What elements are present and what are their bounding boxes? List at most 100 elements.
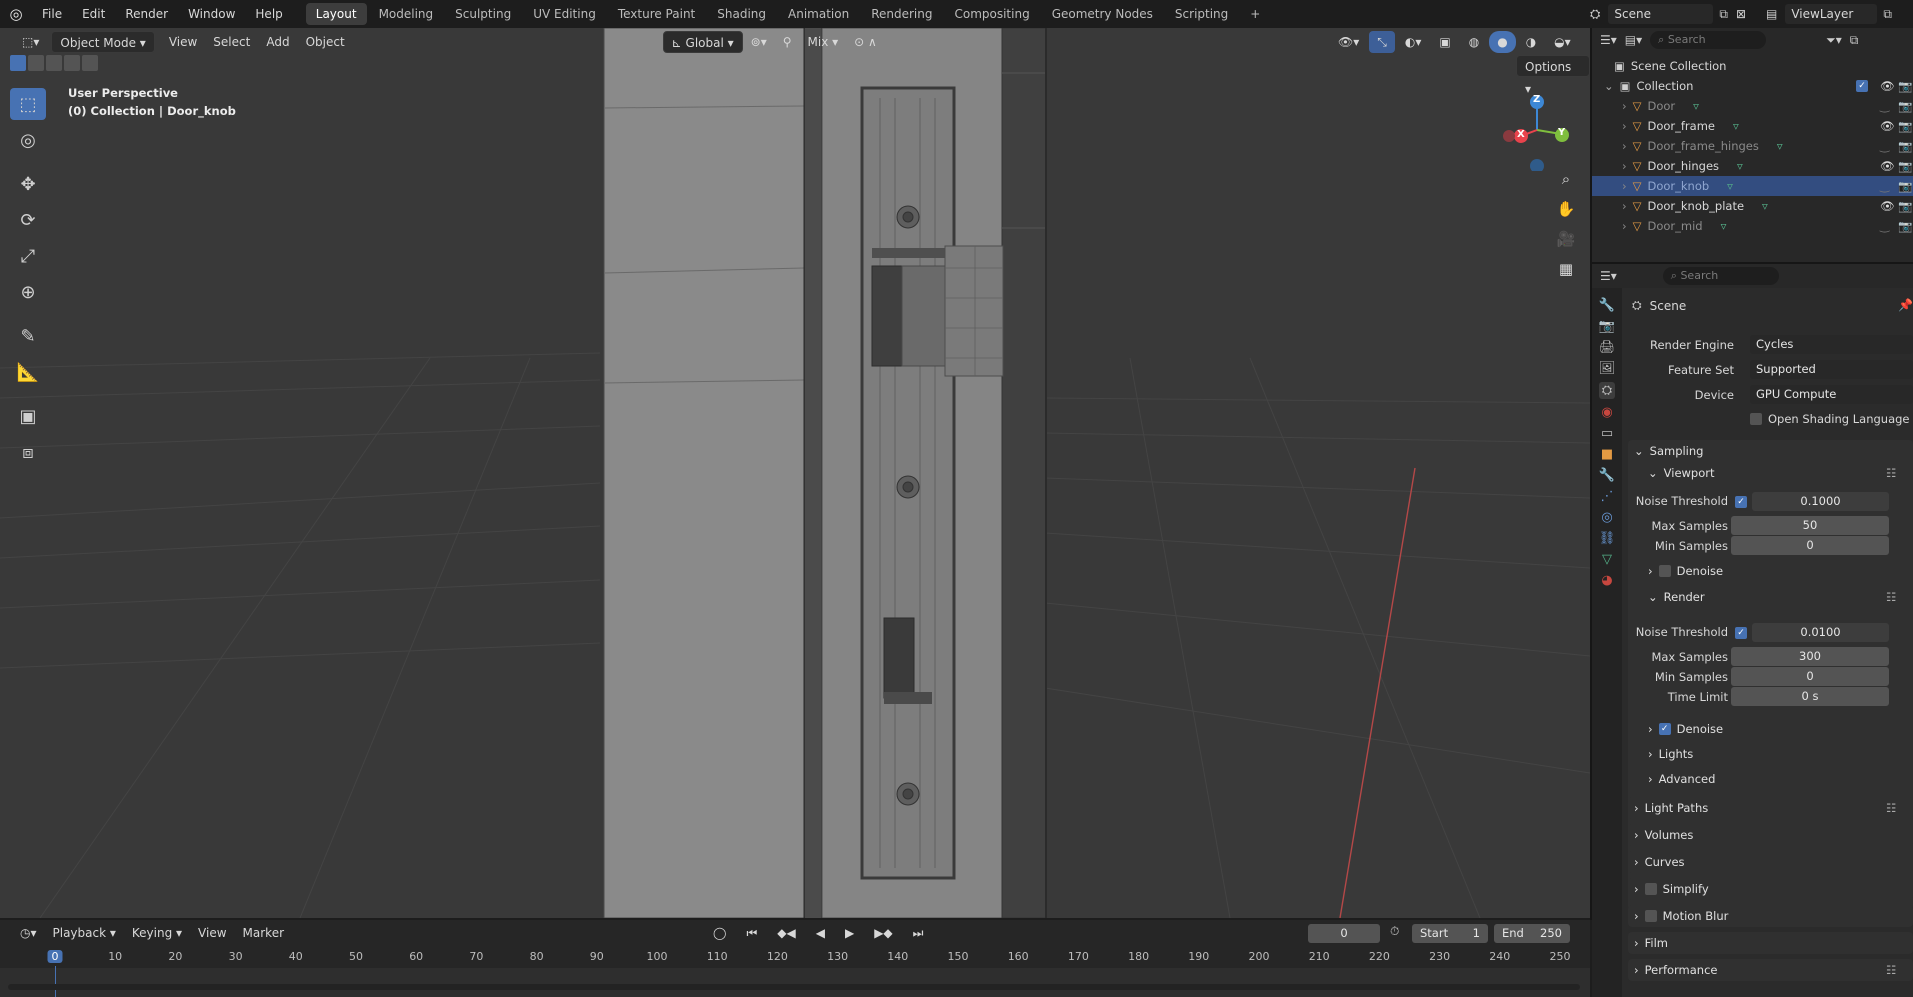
- filter-icon[interactable]: ⏷▾: [1826, 33, 1842, 48]
- collection-exclude-checkbox[interactable]: ✓: [1856, 80, 1868, 92]
- properties-search-input[interactable]: ⌕ Search: [1662, 267, 1779, 285]
- constraints-tab-icon[interactable]: ⛓: [1599, 531, 1616, 546]
- physics-tab-icon[interactable]: ◎: [1601, 510, 1612, 525]
- material-shading-icon[interactable]: ◑: [1518, 31, 1544, 53]
- editor-type-icon[interactable]: ⬚▾: [14, 31, 47, 53]
- particles-tab-icon[interactable]: ⋰: [1601, 489, 1614, 504]
- xray-toggle-icon[interactable]: ▣: [1431, 31, 1458, 53]
- simplify-checkbox[interactable]: [1644, 883, 1657, 895]
- visibility-eye-icon[interactable]: 👁: [1880, 119, 1895, 133]
- render-tab-icon[interactable]: 📷: [1599, 319, 1615, 334]
- select-new-icon[interactable]: [10, 55, 26, 71]
- move-tool-icon[interactable]: ✥: [10, 168, 46, 200]
- chevron-right-icon[interactable]: ›: [1622, 159, 1627, 173]
- tab-scripting[interactable]: Scripting: [1165, 3, 1238, 25]
- viewport-denoise-header[interactable]: › Denoise: [1648, 560, 1723, 582]
- menu-file[interactable]: File: [32, 0, 72, 28]
- outliner-object-row[interactable]: › ▽ Door_knob ▿ ‿ 📷: [1592, 176, 1913, 196]
- render-camera-icon[interactable]: 📷: [1898, 159, 1912, 173]
- render-camera-icon[interactable]: 📷: [1898, 219, 1912, 233]
- data-tab-icon[interactable]: ▽: [1602, 552, 1612, 567]
- chevron-right-icon[interactable]: ›: [1622, 219, 1627, 233]
- film-panel-header[interactable]: › Film: [1628, 932, 1913, 954]
- menu-object[interactable]: Object: [298, 31, 353, 53]
- viewport-noise-threshold-checkbox[interactable]: ✓: [1735, 496, 1747, 508]
- wireframe-shading-icon[interactable]: ◍: [1461, 31, 1487, 53]
- properties-editor-type-icon[interactable]: ☰▾: [1600, 269, 1617, 283]
- add-cube-tool-icon[interactable]: ▣: [10, 400, 46, 432]
- perspective-toggle-icon[interactable]: ▦: [1553, 260, 1579, 282]
- overlay-toggle-icon[interactable]: ◐▾: [1397, 31, 1430, 53]
- tab-layout[interactable]: Layout: [305, 3, 367, 25]
- tab-sculpting[interactable]: Sculpting: [445, 3, 521, 25]
- chevron-right-icon[interactable]: ›: [1622, 179, 1627, 193]
- outliner-object-row[interactable]: › ▽ Door_hinges ▿ 👁 📷: [1592, 156, 1913, 176]
- 3d-viewport[interactable]: User Perspective (0) Collection | Door_k…: [0, 28, 1590, 918]
- advanced-subpanel-header[interactable]: › Advanced: [1648, 768, 1715, 790]
- viewport-max-samples-field[interactable]: 50: [1731, 516, 1889, 535]
- add-workspace-button[interactable]: +: [1240, 3, 1270, 25]
- hidden-eye-icon[interactable]: ‿: [1880, 219, 1889, 233]
- current-frame-field[interactable]: 0: [1308, 924, 1380, 943]
- select-intersect-icon[interactable]: [82, 55, 98, 71]
- new-scene-icon[interactable]: ⧉: [1719, 7, 1728, 22]
- render-camera-icon[interactable]: 📷: [1898, 179, 1912, 193]
- select-subtract-icon[interactable]: [46, 55, 62, 71]
- menu-edit[interactable]: Edit: [72, 0, 115, 28]
- keying-menu[interactable]: Keying ▾: [124, 922, 190, 944]
- render-camera-icon[interactable]: 📷: [1898, 119, 1912, 133]
- output-tab-icon[interactable]: 🖨: [1599, 340, 1616, 355]
- collection-visibility-eye-icon[interactable]: 👁: [1880, 79, 1895, 93]
- presets-list-icon[interactable]: ☷: [1886, 466, 1896, 480]
- play-icon[interactable]: ▶: [837, 922, 862, 944]
- transform-tool-icon[interactable]: ⊕: [10, 276, 46, 308]
- mesh-data-icon[interactable]: ▿: [1733, 119, 1739, 133]
- select-box-tool-icon[interactable]: ⬚: [10, 88, 46, 120]
- mesh-data-icon[interactable]: ▿: [1777, 139, 1783, 153]
- collection-tab-icon[interactable]: ▭: [1601, 426, 1613, 441]
- outliner-object-row[interactable]: › ▽ Door_mid ▿ ‿ 📷: [1592, 216, 1913, 236]
- navigation-gizmo[interactable]: Z Y X: [1495, 86, 1580, 173]
- tab-geometry-nodes[interactable]: Geometry Nodes: [1042, 3, 1163, 25]
- display-mode-icon[interactable]: ▤▾: [1625, 33, 1642, 47]
- chevron-right-icon[interactable]: ›: [1622, 139, 1627, 153]
- motion-blur-checkbox[interactable]: [1644, 910, 1657, 922]
- osl-option[interactable]: Open Shading Language: [1750, 412, 1910, 426]
- start-frame-field[interactable]: Start 1: [1412, 924, 1488, 943]
- timeline-view-menu[interactable]: View: [190, 922, 234, 944]
- new-view-layer-icon[interactable]: ⧉: [1883, 7, 1892, 22]
- frame-ruler[interactable]: 0 10 20 30 40 50 60 70 80 90 100 110 120 130 140 150 160…: [0, 946, 1590, 968]
- mesh-data-icon[interactable]: ▿: [1727, 179, 1733, 193]
- use-preview-range-icon[interactable]: ⏱: [1390, 924, 1399, 939]
- performance-panel-header[interactable]: › Performance ☷: [1628, 959, 1913, 981]
- tab-shading[interactable]: Shading: [707, 3, 776, 25]
- marker-menu[interactable]: Marker: [235, 922, 292, 944]
- hidden-eye-icon[interactable]: ‿: [1880, 99, 1889, 113]
- new-collection-icon[interactable]: ⧉: [1850, 33, 1859, 48]
- render-noise-threshold-checkbox[interactable]: ✓: [1735, 627, 1747, 639]
- visibility-eye-icon[interactable]: 👁: [1880, 199, 1895, 213]
- end-frame-field[interactable]: End 250: [1494, 924, 1570, 943]
- gizmo-toggle-icon[interactable]: ⤡: [1369, 31, 1395, 53]
- timeline-ruler[interactable]: 0 10 20 30 40 50 60 70 80 90 100 110 120 130 140 150 160…: [0, 946, 1590, 997]
- timeline-editor-type-icon[interactable]: ◷▾: [12, 922, 45, 944]
- render-denoise-checkbox[interactable]: ✓: [1658, 723, 1671, 735]
- auto-keying-icon[interactable]: ◯: [705, 922, 734, 944]
- scene-name-field[interactable]: Scene: [1608, 4, 1714, 24]
- playback-menu[interactable]: Playback ▾: [45, 922, 124, 944]
- osl-checkbox[interactable]: [1750, 413, 1762, 425]
- tab-texture-paint[interactable]: Texture Paint: [608, 3, 705, 25]
- viewport-subpanel-header[interactable]: ⌄ Viewport ☷: [1628, 462, 1913, 484]
- menu-help[interactable]: Help: [245, 0, 292, 28]
- timeline-scrollbar[interactable]: [8, 984, 1580, 990]
- volumes-panel-header[interactable]: › Volumes: [1628, 824, 1913, 846]
- outliner-search-input[interactable]: ⌕ Search: [1650, 31, 1767, 49]
- render-camera-icon[interactable]: 📷: [1898, 99, 1912, 113]
- presets-list-icon[interactable]: ☷: [1886, 963, 1896, 977]
- view-layer-name-field[interactable]: ViewLayer: [1785, 4, 1878, 24]
- view-layer-icon[interactable]: ▤: [1766, 7, 1777, 21]
- light-paths-panel-header[interactable]: › Light Paths ☷: [1628, 797, 1913, 819]
- play-reverse-icon[interactable]: ◀: [808, 922, 833, 944]
- view-layer-tab-icon[interactable]: 🖼: [1599, 361, 1616, 376]
- motion-blur-panel-header[interactable]: › Motion Blur: [1628, 905, 1913, 927]
